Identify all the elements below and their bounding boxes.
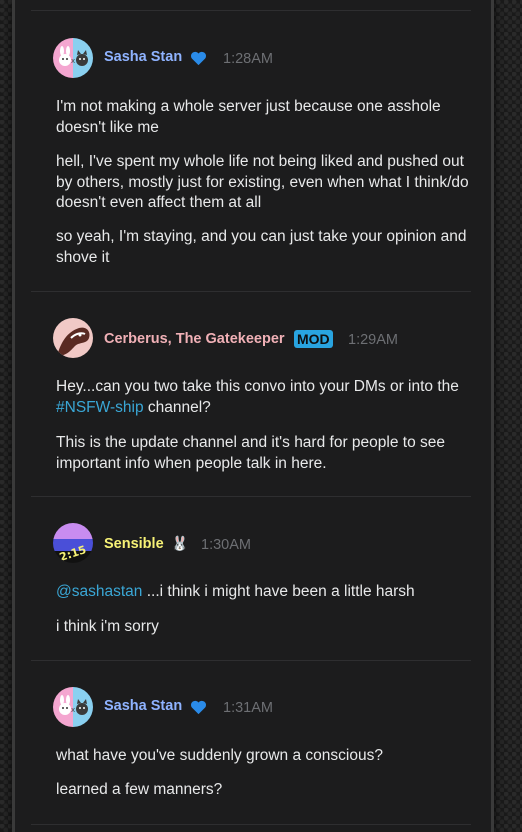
author-name[interactable]: Cerberus, The Gatekeeper [104, 331, 285, 347]
message-text-part: ...i think i might have been a little ha… [142, 583, 415, 600]
author-name[interactable]: Sensible [104, 536, 164, 552]
timestamp: 1:28AM [223, 51, 273, 67]
svg-text:x: x [71, 706, 75, 714]
author-name[interactable]: Sasha Stan [104, 49, 182, 65]
message-text: I'm not making a whole server just becau… [56, 98, 441, 136]
bunny-icon: 🐰 [171, 535, 189, 551]
message-divider [31, 291, 471, 292]
message-text: @sashastan ...i think i might have been … [56, 582, 476, 603]
chat-panel: x Sasha Stan 1:28AM I'm not making a who… [12, 0, 494, 832]
avatar[interactable] [53, 318, 93, 358]
message-text: This is the update channel and it's hard… [56, 434, 445, 472]
sasha-avatar-icon: x [59, 46, 88, 66]
blue-heart-icon [191, 700, 206, 715]
avatar[interactable]: x [53, 687, 93, 727]
message-text: i think i'm sorry [56, 618, 159, 635]
message-text: what have you've suddenly grown a consci… [56, 747, 383, 764]
avatar[interactable]: 2:15 [53, 523, 93, 563]
user-mention[interactable]: @sashastan [56, 583, 142, 600]
message-text-part: Hey...can you two take this convo into y… [56, 378, 459, 395]
avatar-text: 2:15 [58, 543, 88, 563]
sasha-avatar-icon: x [59, 695, 88, 715]
author-name[interactable]: Sasha Stan [104, 698, 182, 714]
timestamp: 1:29AM [348, 332, 398, 348]
mod-role-tag: MOD [294, 330, 333, 348]
avatar[interactable]: x [53, 38, 93, 78]
svg-text:x: x [71, 57, 75, 65]
timestamp: 1:31AM [223, 700, 273, 716]
timestamp: 1:30AM [201, 537, 251, 553]
message-text: so yeah, I'm staying, and you can just t… [56, 228, 467, 266]
message-text-part: channel? [143, 398, 211, 416]
message-text: learned a few manners? [56, 781, 223, 798]
channel-link[interactable]: #NSFW-ship [56, 399, 144, 416]
message-divider [31, 824, 471, 825]
cerberus-avatar-icon [57, 327, 90, 356]
message-text: hell, I've spent my whole life not being… [56, 153, 469, 211]
sensible-avatar-icon: 2:15 [58, 543, 88, 563]
message-text: Hey...can you two take this convo into y… [56, 377, 476, 418]
message-divider [31, 10, 471, 11]
blue-heart-icon [191, 51, 206, 66]
message-divider [31, 660, 471, 661]
message-divider [31, 496, 471, 497]
